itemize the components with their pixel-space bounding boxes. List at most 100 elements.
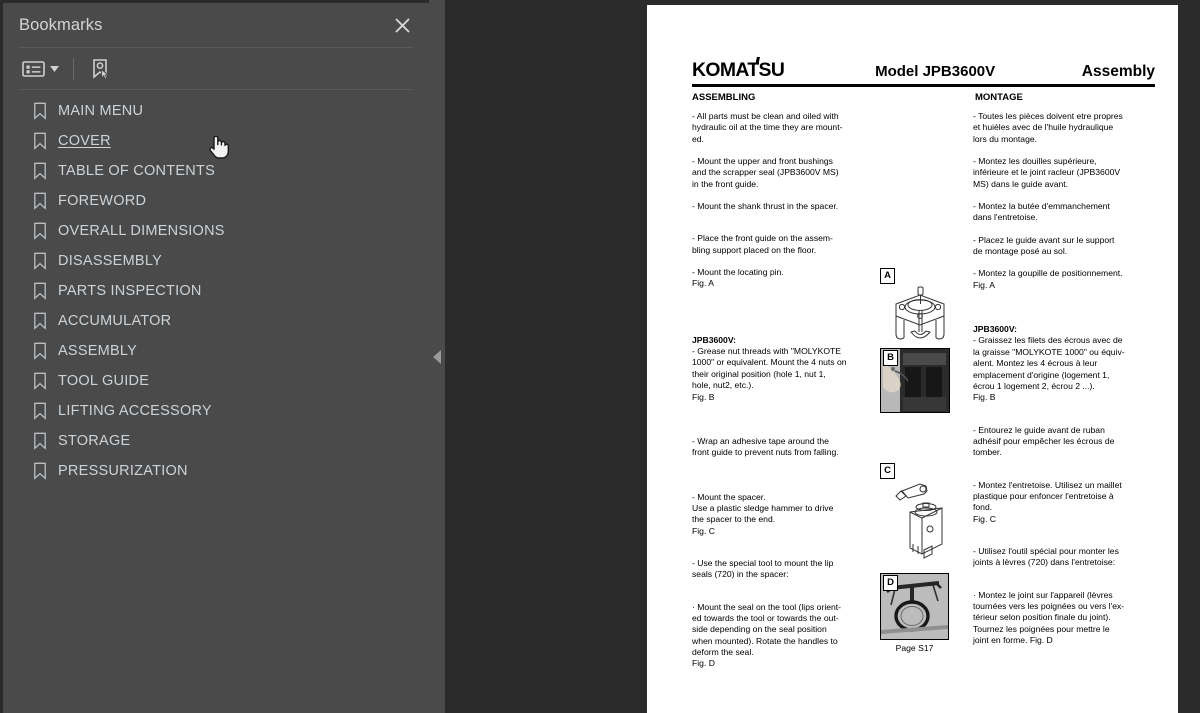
- figure-a-drawing: [880, 286, 960, 348]
- bookmark-item-label: PRESSURIZATION: [58, 463, 188, 479]
- fr-para-9: - Utilisez l'outil spécial pour monter l…: [973, 545, 1119, 568]
- bookmark-icon: [34, 162, 46, 180]
- close-icon[interactable]: [389, 12, 415, 38]
- bookmark-icon: [34, 342, 46, 360]
- figure-b-image: B: [880, 348, 950, 413]
- subheading-french: MONTAGE: [975, 92, 1023, 103]
- chevron-down-icon: [50, 65, 59, 72]
- document-header: KOMATSU Model JPB3600V Assembly: [692, 57, 1155, 87]
- bookmark-item-label: PARTS INSPECTION: [58, 283, 202, 299]
- list-options-icon: [22, 60, 45, 77]
- bookmark-icon: [34, 252, 46, 270]
- bookmark-icon: [34, 432, 46, 450]
- bookmark-item-label: TABLE OF CONTENTS: [58, 163, 216, 179]
- figure-a-front-guide-locating-pin: A: [880, 268, 960, 353]
- panel-title: Bookmarks: [19, 15, 103, 34]
- en-para-4: - Place the front guide on the assem- bl…: [692, 233, 833, 255]
- fr-para-7: - Entourez le guide avant de ruban adhés…: [973, 424, 1115, 458]
- figure-d-seal-tool-photo: D Page S17: [880, 573, 949, 653]
- section-title: Assembly: [1081, 63, 1155, 80]
- fr-para-6: - Graissez les filets des écrous avec de…: [973, 335, 1125, 403]
- bookmark-item-label: MAIN MENU: [58, 103, 144, 119]
- bookmark-item-label: DISASSEMBLY: [58, 253, 163, 269]
- figure-d-label: D: [883, 575, 898, 591]
- bookmark-item-tool-guide[interactable]: TOOL GUIDE: [3, 366, 429, 396]
- en-para-1: - All parts must be clean and oiled with…: [692, 111, 843, 144]
- fr-para-1: - Toutes les pièces doivent etre propres…: [973, 111, 1123, 144]
- fr-para-4: - Placez le guide avant sur le support d…: [973, 234, 1115, 257]
- toolbar-divider: [73, 57, 74, 80]
- bookmarks-panel-header: Bookmarks: [3, 3, 429, 47]
- bookmark-icon: [34, 102, 46, 120]
- bookmark-item-label: OVERALL DIMENSIONS: [58, 223, 225, 239]
- bookmark-item-disassembly[interactable]: DISASSEMBLY: [3, 246, 429, 276]
- bookmark-icon: [34, 192, 46, 210]
- bookmark-item-label: STORAGE: [58, 433, 131, 449]
- bookmark-item-overall-dimensions[interactable]: OVERALL DIMENSIONS: [3, 216, 429, 246]
- en-para-5: - Mount the locating pin. Fig. A: [692, 267, 784, 289]
- bookmark-icon: [34, 132, 46, 150]
- fr-heading-model: JPB3600V:: [973, 324, 1017, 335]
- figure-c-drawing: [880, 482, 962, 560]
- figure-c-spacer-hammer: C: [880, 463, 962, 565]
- bookmark-item-label: COVER: [58, 133, 111, 149]
- document-viewer: KOMATSU Model JPB3600V Assembly ASSEMBLI…: [445, 0, 1200, 713]
- subheading-english: ASSEMBLING: [692, 92, 756, 103]
- three-column-body: - All parts must be clean and oiled with…: [692, 111, 1155, 681]
- bookmark-item-assembly[interactable]: ASSEMBLY: [3, 336, 429, 366]
- bookmark-item-accumulator[interactable]: ACCUMULATOR: [3, 306, 429, 336]
- en-para-3: - Mount the shank thrust in the spacer.: [692, 201, 839, 212]
- collapse-left-arrow-icon[interactable]: [433, 350, 441, 364]
- bookmark-icon: [34, 462, 46, 480]
- fr-para-5: - Montez la goupille de positionnement. …: [973, 268, 1123, 290]
- bookmark-item-main-menu[interactable]: MAIN MENU: [3, 96, 429, 126]
- bookmark-item-storage[interactable]: STORAGE: [3, 426, 429, 456]
- bookmark-item-table-of-contents[interactable]: TABLE OF CONTENTS: [3, 156, 429, 186]
- bookmark-item-foreword[interactable]: FOREWORD: [3, 186, 429, 216]
- fr-para-8: - Montez l'entretoise. Utilisez un maill…: [973, 479, 1122, 524]
- fr-para-3: - Montez la butée d'emmanchement dans l'…: [973, 201, 1110, 223]
- english-column: - All parts must be clean and oiled with…: [692, 111, 880, 681]
- new-bookmark-icon: [93, 58, 110, 80]
- figure-b-label: B: [883, 350, 898, 366]
- bookmark-options-button[interactable]: [19, 55, 62, 83]
- figure-column: A B C D Page S17: [880, 111, 973, 681]
- bookmark-item-label: ASSEMBLY: [58, 343, 138, 359]
- komatsu-logo: KOMATSU: [692, 57, 785, 82]
- bookmark-icon: [34, 402, 46, 420]
- figure-d-image: D: [880, 573, 949, 640]
- en-para-9: - Use the special tool to mount the lip …: [692, 557, 834, 580]
- bookmark-list[interactable]: MAIN MENU COVER TABLE OF CONTENTS FOREWORD O…: [3, 90, 429, 713]
- bookmark-item-cover[interactable]: COVER: [3, 126, 429, 156]
- en-heading-model: JPB3600V:: [692, 334, 736, 345]
- bookmark-item-pressurization[interactable]: PRESSURIZATION: [3, 456, 429, 486]
- bookmark-item-label: TOOL GUIDE: [58, 373, 150, 389]
- new-bookmark-button[interactable]: [87, 55, 115, 83]
- subheading-row: ASSEMBLING MONTAGE: [692, 92, 1155, 103]
- bookmark-item-lifting-accessory[interactable]: LIFTING ACCESSORY: [3, 396, 429, 426]
- pdf-viewer-window: Bookmarks MAIN MENU COVER TABLE OF CONTE…: [0, 0, 1200, 713]
- figure-b-nut-mounting-photo: B: [880, 348, 950, 413]
- fr-para-10: · Montez le joint sur l'appareil (lèvres…: [973, 589, 1125, 645]
- panel-splitter[interactable]: [429, 0, 445, 713]
- en-para-6: - Grease nut threads with "MOLYKOTE 1000…: [692, 346, 847, 402]
- bookmarks-panel: Bookmarks MAIN MENU COVER TABLE OF CONTE…: [0, 0, 429, 713]
- bookmark-item-label: FOREWORD: [58, 193, 147, 209]
- bookmark-icon: [34, 222, 46, 240]
- en-para-2: - Mount the upper and front bushings and…: [692, 156, 839, 189]
- fr-para-2: - Montez les douilles supérieure, inféri…: [973, 156, 1121, 189]
- bookmark-item-label: LIFTING ACCESSORY: [58, 403, 212, 419]
- bookmark-icon: [34, 312, 46, 330]
- pdf-page: KOMATSU Model JPB3600V Assembly ASSEMBLI…: [647, 5, 1178, 713]
- page-label: Page S17: [895, 643, 934, 653]
- bookmark-item-parts-inspection[interactable]: PARTS INSPECTION: [3, 276, 429, 306]
- bookmarks-toolbar: [3, 48, 429, 89]
- en-para-7: - Wrap an adhesive tape around the front…: [692, 435, 839, 458]
- bookmark-icon: [34, 282, 46, 300]
- manual-page-content: KOMATSU Model JPB3600V Assembly ASSEMBLI…: [692, 57, 1155, 681]
- en-para-8: - Mount the spacer. Use a plastic sledge…: [692, 491, 834, 536]
- bookmark-item-label: ACCUMULATOR: [58, 313, 172, 329]
- model-title: Model JPB3600V: [875, 63, 996, 80]
- french-column: - Toutes les pièces doivent etre propres…: [973, 111, 1155, 681]
- figure-a-label: A: [880, 268, 895, 284]
